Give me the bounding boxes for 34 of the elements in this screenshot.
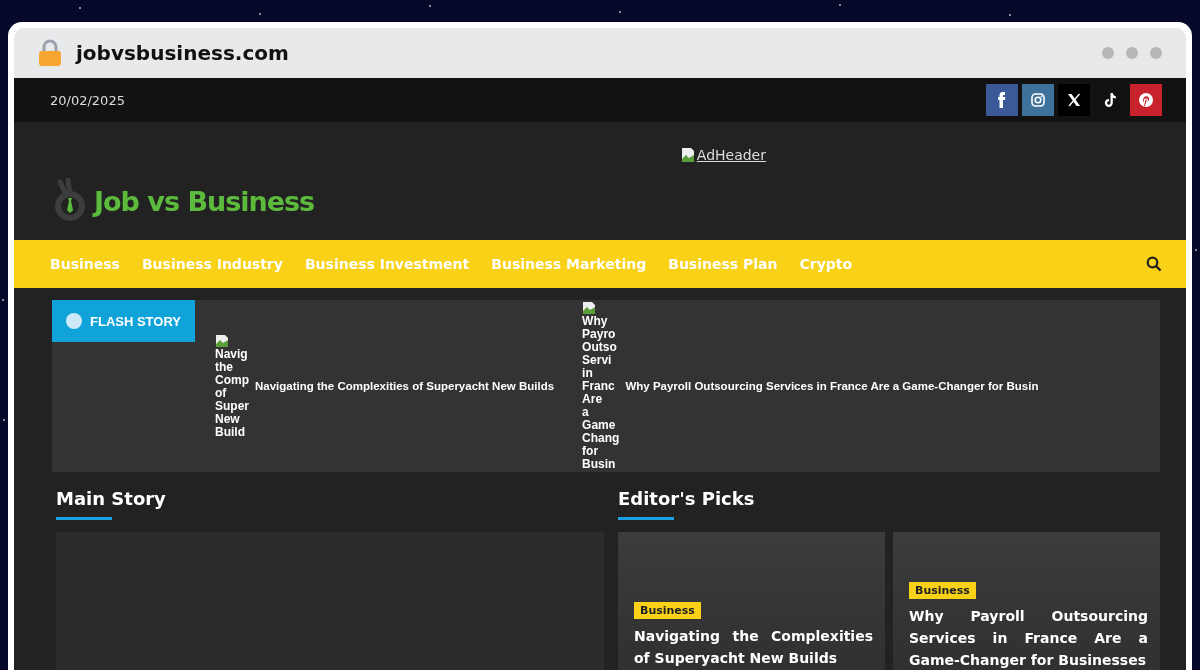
pinterest-icon — [1138, 92, 1154, 108]
story-title[interactable]: Why Payroll Outsourcing Services in France Are a Game-Changer for Businesses — [909, 605, 1148, 670]
window-dot-icon — [1126, 47, 1138, 59]
x-button[interactable] — [1058, 84, 1090, 116]
date-text: 20/02/2025 — [50, 92, 125, 108]
circle-icon — [66, 313, 82, 329]
broken-image-icon — [680, 147, 695, 163]
tiktok-icon — [1102, 92, 1118, 108]
section-heading: Main Story — [56, 488, 166, 511]
section-heading: Editor's Picks — [618, 488, 755, 511]
window-dot-icon — [1102, 47, 1114, 59]
lock-icon — [38, 39, 62, 67]
story-link[interactable]: Navigating the Complexities of Superyacht New Builds — [255, 380, 555, 392]
address-bar-url[interactable]: jobvsbusiness.com — [76, 41, 289, 65]
flash-story-label: FLASH STORY — [52, 300, 195, 342]
story-card[interactable]: Business Navigating the Complexities of Superyacht New Builds — [618, 532, 885, 670]
story-title[interactable]: Navigating the Complexities of Superyacht New Builds — [634, 625, 873, 669]
broken-ad-image[interactable]: AdHeader — [680, 147, 766, 163]
window-dot-icon — [1150, 47, 1162, 59]
logo-text[interactable]: Job vs Business — [94, 185, 315, 217]
instagram-icon — [1030, 92, 1046, 108]
x-icon — [1066, 92, 1082, 108]
category-tag[interactable]: Business — [634, 602, 701, 619]
broken-image[interactable]: Navig the Comp of Super New Build — [215, 333, 249, 439]
story-link[interactable]: Why Payroll Outsourcing Services in France Are a Game-Changer for Busin — [625, 380, 1039, 392]
pinterest-button[interactable] — [1130, 84, 1162, 116]
story-card[interactable]: Business Why Payroll Outsourcing Services in France Are a Game-Changer for Businesses — [893, 532, 1160, 670]
broken-image[interactable]: Why Payro Outso Servi in Franc Are a Game Chang for Busin — [582, 301, 620, 471]
category-tag[interactable]: Business — [909, 582, 976, 599]
instagram-button[interactable] — [1022, 84, 1054, 116]
search-icon[interactable] — [1146, 256, 1162, 272]
broken-image-icon — [215, 333, 229, 348]
facebook-button[interactable] — [986, 84, 1018, 116]
broken-image-icon — [582, 301, 597, 315]
